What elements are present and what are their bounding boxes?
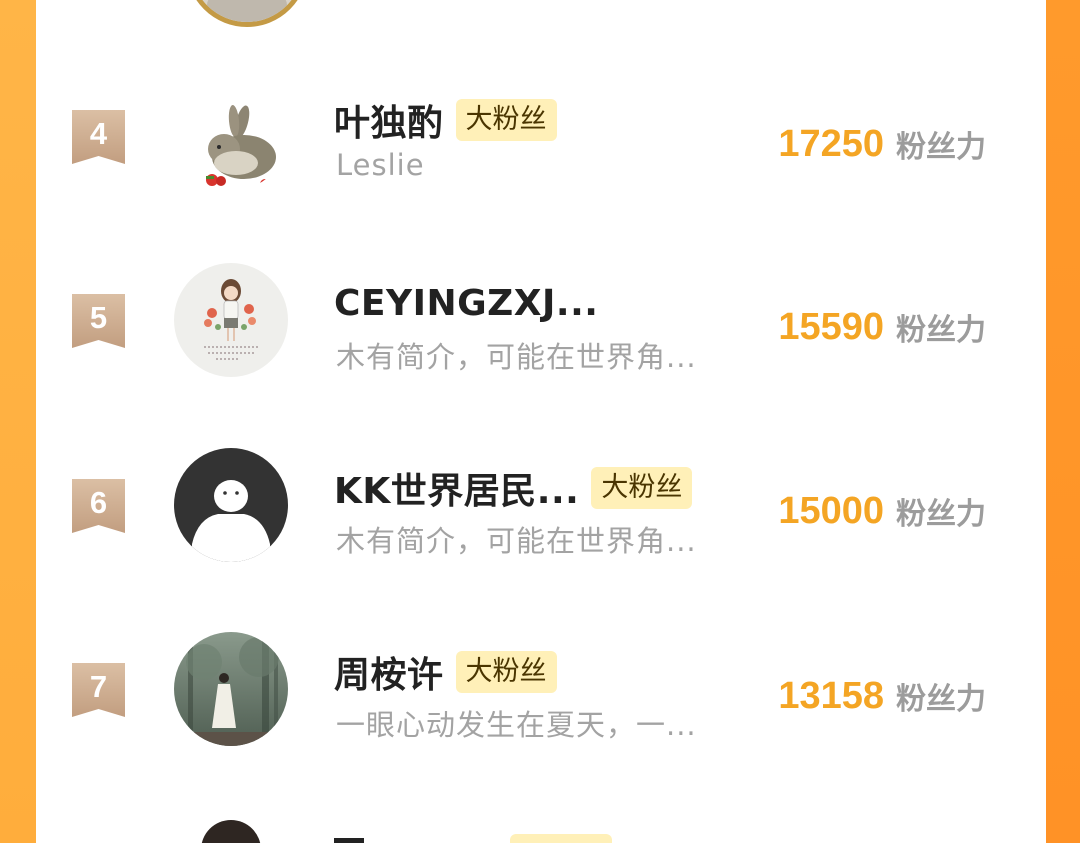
user-bio: 一眼心动发生在夏天，一... [336,708,697,742]
fan-power-score: 15000 [778,489,884,532]
fan-power: 13158 粉丝力 [778,671,986,721]
user-name-line: 周桉许 大粉丝 [334,648,557,696]
user-name[interactable]: 叶独酌 [334,94,444,146]
user-bio: 木有简介，可能在世界角... [336,524,697,558]
fan-power-unit: 粉丝力 [896,682,986,717]
user-name[interactable]: 周桉许 [334,646,444,698]
user-name-line: CEYINGZXJ... [334,279,598,327]
user-bio: Leslie [336,148,425,182]
avatar[interactable] [186,0,308,27]
left-orange-frame [0,0,36,843]
rank-number: 7 [89,669,108,704]
list-item[interactable] [36,800,1046,843]
user-name-line: KK世界居民... 大粉丝 [334,462,693,514]
girl-flowers-avatar[interactable] [174,263,288,377]
rabbit-avatar[interactable] [174,77,288,191]
big-fan-badge: 大粉丝 [455,99,557,141]
fan-power: 15000 粉丝力 [778,486,986,536]
avatar[interactable] [201,820,261,843]
list-item[interactable]: 6 KK世界居民... 大粉丝 木有简介，可能在世界角... 15000 粉丝力 [36,448,1046,645]
user-bio: 木有简介，可能在世界角... [336,340,697,374]
user-name[interactable]: CEYINGZXJ... [334,283,598,324]
fan-power-unit: 粉丝力 [896,130,986,165]
big-fan-badge: 大粉丝 [455,651,557,693]
forest-girl-avatar[interactable] [174,632,288,746]
rank-badge: 6 [72,479,125,533]
fan-power-score: 17250 [778,122,884,165]
fan-power-score: 15590 [778,305,884,348]
rank-number: 5 [89,300,108,335]
fan-power: 15590 粉丝力 [778,302,986,352]
right-orange-frame [1046,0,1080,843]
default-user-avatar[interactable] [174,448,288,562]
fan-power: 17250 粉丝力 [778,119,986,169]
rank-badge: 4 [72,110,125,164]
fan-ranking-list: 4 叶独酌 大粉丝 Leslie 17250 粉丝力 5 CEYINGZXJ..… [36,0,1046,843]
fan-power-score: 13158 [778,674,884,717]
user-name-line: 叶独酌 大粉丝 [334,96,557,144]
user-name [334,838,364,843]
rank-number: 4 [89,116,108,151]
fan-power-unit: 粉丝力 [896,313,986,348]
big-fan-badge: 大粉丝 [591,467,693,509]
big-fan-badge [510,834,612,843]
rank-badge: 7 [72,663,125,717]
user-name[interactable]: KK世界居民... [334,462,579,514]
rank-number: 6 [89,485,108,520]
list-item[interactable]: 5 CEYINGZXJ... 木有简介，可能在世界角... 15590 粉丝力 [36,263,1046,460]
rank-badge: 5 [72,294,125,348]
list-item[interactable]: 4 叶独酌 大粉丝 Leslie 17250 粉丝力 [36,77,1046,276]
fan-power-unit: 粉丝力 [896,497,986,532]
